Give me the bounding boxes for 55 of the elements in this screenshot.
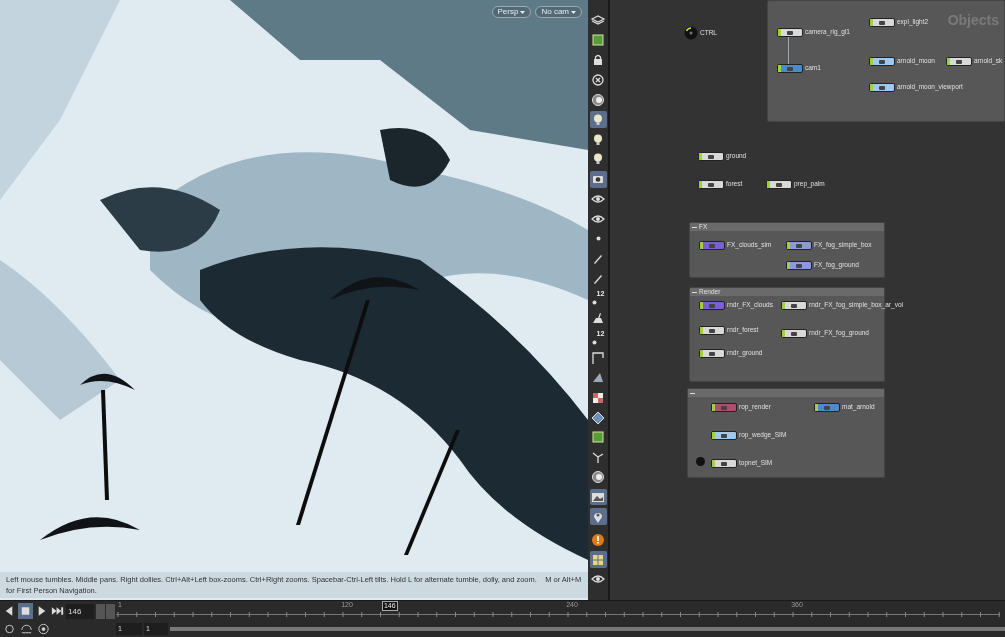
circle-icon — [590, 91, 606, 108]
node[interactable] — [777, 28, 803, 37]
warning-icon — [590, 531, 606, 548]
node[interactable] — [781, 329, 807, 338]
tool-button[interactable] — [589, 551, 607, 569]
node[interactable] — [699, 349, 725, 358]
dot-icon — [591, 299, 597, 305]
timeline-option-button[interactable] — [19, 622, 34, 636]
node[interactable] — [698, 152, 724, 161]
tool-button[interactable] — [589, 31, 607, 49]
close-circle-icon — [590, 72, 606, 88]
node[interactable] — [786, 261, 812, 270]
caret-icon — [571, 10, 576, 14]
node[interactable] — [699, 301, 725, 310]
node[interactable] — [814, 403, 840, 412]
square-icon — [590, 32, 606, 49]
view-menu[interactable]: Persp — [491, 6, 532, 18]
node[interactable] — [781, 301, 807, 310]
node[interactable] — [869, 83, 895, 92]
square-icon — [590, 429, 606, 446]
tool-button[interactable] — [589, 71, 607, 89]
control-node[interactable] — [684, 26, 698, 40]
tool-button[interactable] — [589, 409, 607, 427]
tool-button[interactable] — [589, 111, 607, 129]
node[interactable] — [711, 431, 737, 440]
node[interactable] — [699, 241, 725, 250]
node[interactable] — [711, 459, 737, 468]
tool-button[interactable] — [589, 429, 607, 446]
diamond-icon — [590, 409, 606, 426]
view-menu[interactable]: No cam — [535, 6, 582, 18]
node[interactable] — [869, 18, 895, 27]
tool-button[interactable] — [589, 91, 607, 109]
tool-button[interactable] — [589, 508, 607, 526]
node[interactable] — [869, 57, 895, 66]
tool-button[interactable] — [589, 349, 607, 367]
node[interactable] — [698, 180, 724, 189]
node[interactable] — [766, 180, 792, 189]
corner-icon — [590, 350, 606, 367]
dot-icon — [595, 236, 601, 242]
tool-button[interactable] — [589, 468, 607, 486]
circle-icon — [590, 469, 606, 486]
tool-button[interactable] — [589, 488, 607, 506]
node[interactable] — [711, 403, 737, 412]
node[interactable] — [946, 57, 972, 66]
connector-line — [788, 37, 789, 64]
tool-button[interactable] — [589, 531, 607, 549]
caret-icon — [520, 10, 526, 14]
frame-field[interactable]: 146 — [66, 603, 94, 619]
dot-icon — [591, 339, 597, 345]
node[interactable] — [777, 64, 803, 73]
node[interactable] — [699, 326, 725, 335]
network-editor[interactable] — [610, 0, 1005, 600]
tool-button[interactable] — [589, 170, 607, 188]
range-slider[interactable] — [170, 627, 1005, 631]
node[interactable] — [786, 241, 812, 250]
